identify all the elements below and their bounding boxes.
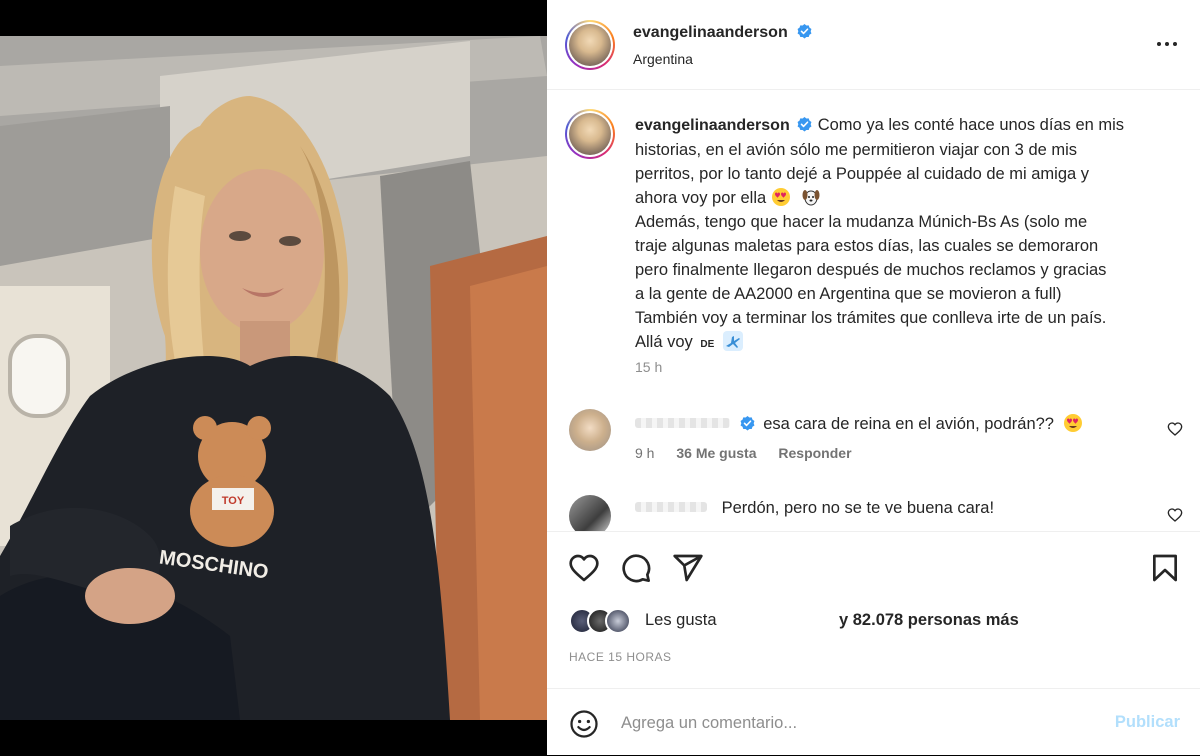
comment-icon[interactable] (620, 552, 652, 584)
comment-row: Perdón, pero no se te ve buena cara! (635, 499, 994, 518)
caption-line: perritos, por lo tanto dejé a Pouppée al… (635, 165, 1090, 183)
post-caption: evangelinaanderson Como ya les conté hac… (635, 113, 1180, 357)
dog-emoji-icon (802, 190, 820, 206)
heart-eyes-emoji-icon (771, 188, 790, 206)
emoji-icon[interactable] (569, 709, 599, 739)
caption-line: a la gente de AA2000 en Argentina que se… (635, 285, 1062, 303)
caption-line: pero finalmente llegaron después de much… (635, 261, 1107, 279)
country-tag: DE (700, 339, 715, 350)
post-header: evangelinaanderson Argentina (547, 0, 1200, 90)
comment-like-heart-icon[interactable] (1167, 421, 1183, 437)
share-icon[interactable] (672, 552, 704, 584)
airplane-icon (722, 331, 743, 351)
comment-likes[interactable]: 36 Me gusta (676, 445, 756, 461)
comment-row: esa cara de reina en el avión, podrán?? (635, 413, 1083, 434)
heart-icon[interactable] (568, 552, 600, 584)
comment-avatar[interactable] (569, 495, 611, 531)
bookmark-icon[interactable] (1149, 552, 1181, 584)
post-photo[interactable]: TOY MOSCHINO (0, 36, 547, 720)
caption-line: Allá voy (635, 333, 693, 351)
likes-count[interactable]: y 82.078 personas más (839, 611, 1019, 630)
comment-like-heart-icon[interactable] (1167, 507, 1183, 523)
comment-text: Perdón, pero no se te ve buena cara! (721, 499, 995, 517)
heart-eyes-emoji-icon (1063, 414, 1082, 432)
caption-line: También voy a terminar los trámites que … (635, 309, 1107, 327)
author-avatar[interactable] (565, 20, 615, 70)
likes-prefix: Les gusta (645, 611, 717, 629)
header-username-row: evangelinaanderson (633, 24, 812, 42)
comment-input[interactable] (621, 707, 1061, 739)
post-media[interactable]: TOY MOSCHINO (0, 0, 547, 755)
author-username[interactable]: evangelinaanderson (633, 24, 788, 41)
comment-time[interactable]: 9 h (635, 445, 654, 461)
comment-avatar[interactable] (569, 409, 611, 451)
caption-line: historias, en el avión sólo me permitier… (635, 141, 1078, 159)
svg-text:TOY: TOY (222, 495, 245, 507)
publish-button[interactable]: Publicar (1115, 713, 1180, 732)
verified-badge-icon (797, 24, 812, 39)
caption-line: Además, tengo que hacer la mudanza Múnic… (635, 213, 1088, 231)
verified-badge-icon (740, 416, 755, 431)
hidden-username[interactable] (635, 418, 730, 428)
verified-badge-icon (797, 117, 812, 132)
post-actions: Les gusta y 82.078 personas más HACE 15 … (547, 531, 1200, 755)
post-location[interactable]: Argentina (633, 51, 693, 67)
comments-area[interactable]: evangelinaanderson Como ya les conté hac… (547, 91, 1200, 531)
caption-line: traje algunas maletas para estos días, l… (635, 237, 1099, 255)
more-icon[interactable] (1156, 36, 1178, 52)
caption-avatar[interactable] (565, 109, 615, 159)
reply-button[interactable]: Responder (778, 445, 851, 461)
liker-avatar[interactable] (605, 608, 631, 634)
selfie-photo: TOY MOSCHINO (0, 36, 547, 720)
caption-username[interactable]: evangelinaanderson (635, 117, 790, 134)
hidden-username[interactable] (635, 502, 707, 512)
comment-meta: 9 h 36 Me gusta Responder (635, 445, 870, 461)
caption-line: ahora voy por ella (635, 189, 767, 207)
instagram-post: TOY MOSCHINO evangelinaanderson Argentin… (0, 0, 1200, 755)
caption-time[interactable]: 15 h (635, 359, 662, 375)
comment-text: esa cara de reina en el avión, podrán?? (763, 415, 1054, 433)
add-comment-bar: Publicar (547, 688, 1200, 756)
caption-line: Como ya les conté hace unos días en mis (817, 116, 1125, 134)
post-timestamp[interactable]: HACE 15 HORAS (569, 650, 672, 664)
post-panel: evangelinaanderson Argentina evangelinaa… (547, 0, 1200, 755)
